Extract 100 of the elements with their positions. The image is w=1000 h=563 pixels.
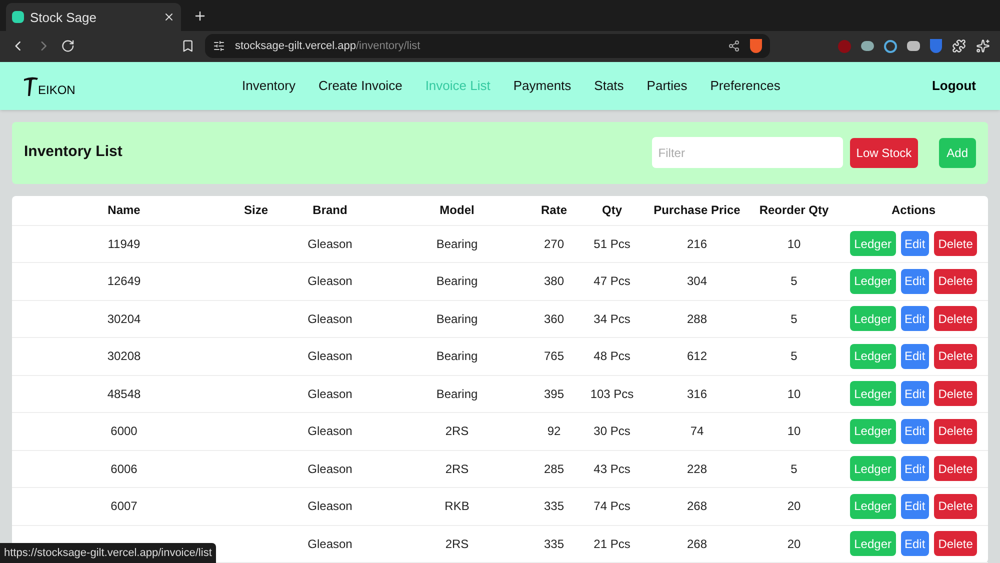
edit-button[interactable]: Edit [900,231,930,256]
table-cell-text: 360 [544,310,564,328]
nav-link[interactable]: Create Invoice [318,76,402,96]
table-cell-text: Bearing [436,386,478,403]
sparkle-icon[interactable] [976,39,990,54]
table-cell-text: Gleason [308,498,352,516]
delete-button[interactable]: Delete [934,456,977,482]
table-cell-text: 316 [686,386,708,403]
nav-link[interactable]: Inventory [242,76,296,96]
table-cell-text: 30204 [107,310,141,328]
page-title: Inventory List [24,142,124,162]
table-cell-text: 2RS [445,536,469,553]
table-cell-text: 10 [787,386,801,403]
table-cell-text: 6006 [110,460,138,478]
table-cell-text: 270 [544,236,564,253]
delete-button[interactable]: Delete [934,418,977,444]
table-cell-text: Bearing [436,310,478,328]
delete-button[interactable]: Delete [934,268,977,294]
delete-button[interactable]: Delete [934,306,977,332]
column-header: Model [440,202,474,219]
nav-link[interactable]: Preferences [710,76,780,96]
shield-icon[interactable] [750,39,762,54]
table-cell-text: 228 [686,460,708,478]
table-cell-text: Gleason [308,386,352,403]
table-cell-text: 612 [686,348,708,366]
table-cell-text: 268 [686,498,708,516]
table-cell-text: 10 [787,423,801,440]
low-stock-button[interactable]: Low Stock [850,138,918,168]
new-tab-icon[interactable] [193,9,207,24]
delete-button[interactable]: Delete [934,344,977,369]
table-cell-text: 74 Pcs [594,498,630,516]
extensions-icon[interactable] [952,39,966,54]
table-cell-text: Gleason [308,310,352,328]
table-cell-text: 21 Pcs [594,536,630,553]
nav-link[interactable]: Parties [646,76,688,96]
edit-button[interactable]: Edit [900,306,930,332]
edit-button[interactable]: Edit [900,344,930,369]
reload-icon[interactable] [61,39,76,54]
logout-link[interactable]: Logout [932,76,976,96]
edit-button[interactable]: Edit [900,494,930,519]
column-header: Purchase Price [654,202,740,219]
column-header: Name [108,202,140,219]
table-cell-text: 47 Pcs [594,273,630,290]
table-cell-text: Gleason [308,273,352,290]
table-cell-text: 30208 [107,348,141,366]
table-cell-text: 380 [544,273,564,290]
table-cell-text: Gleason [308,536,352,553]
table-cell-text: 268 [686,536,708,553]
delete-button[interactable]: Delete [934,494,977,519]
table-cell-text: Bearing [436,236,478,253]
table-cell-text: 20 [787,536,801,553]
logo[interactable]: EIKON [24,76,214,96]
table-cell-text: 304 [686,273,708,290]
url-text: stocksage-gilt.vercel.app/inventory/list [234,39,422,54]
edit-button[interactable]: Edit [900,531,930,556]
table-cell-text: 51 Pcs [594,236,630,253]
edit-button[interactable]: Edit [900,381,930,406]
column-header: Qty [602,202,622,219]
table-cell-text: 5 [790,460,798,478]
table-cell-text: 12649 [107,273,141,290]
address-bar[interactable]: stocksage-gilt.vercel.app/inventory/list [204,34,770,58]
table-cell-text: 30 Pcs [594,423,630,440]
table-cell-text: Gleason [308,460,352,478]
tab-title: Stock Sage [30,8,98,27]
table-cell-text: 288 [686,310,708,328]
table-cell-text: Bearing [436,273,478,290]
column-header: Size [244,202,268,219]
share-icon[interactable] [728,40,740,52]
delete-button[interactable]: Delete [934,381,977,406]
logo-text: EIKON [38,84,76,96]
browser-tab[interactable]: Stock Sage [6,3,181,32]
table-cell-text: 11949 [108,236,140,253]
table-cell-text: 48 Pcs [594,348,630,366]
delete-button[interactable]: Delete [934,231,977,256]
filter-field[interactable]: Filter [652,137,844,168]
table-cell-text: 74 [690,423,704,440]
site-settings-icon[interactable] [212,40,225,52]
delete-button[interactable]: Delete [934,531,977,556]
edit-button[interactable]: Edit [900,418,930,444]
table-cell-text: 5 [790,348,798,366]
nav-link[interactable]: Payments [513,76,572,96]
table-cell-text: 103 Pcs [590,386,634,403]
table-cell-text: 92 [547,423,561,440]
table-cell-text: 335 [544,536,564,553]
table-cell-text: 5 [790,310,798,328]
table-cell-text: Gleason [308,236,352,253]
table-cell-text: 395 [544,386,564,403]
table-cell-text: 20 [787,498,801,516]
logo-mark-icon [24,76,38,96]
table-cell-text: 5 [790,273,798,290]
app-icon [12,11,24,24]
bookmark-icon[interactable] [181,39,195,54]
nav-link[interactable]: Stats [594,76,624,96]
table-cell-text: Bearing [436,348,478,366]
edit-button[interactable]: Edit [900,456,930,482]
table-cell-text: 2RS [445,460,469,478]
column-header: Reorder Qty [759,202,829,219]
column-header: Rate [540,202,567,219]
edit-button[interactable]: Edit [900,268,930,294]
close-icon[interactable] [163,11,175,24]
